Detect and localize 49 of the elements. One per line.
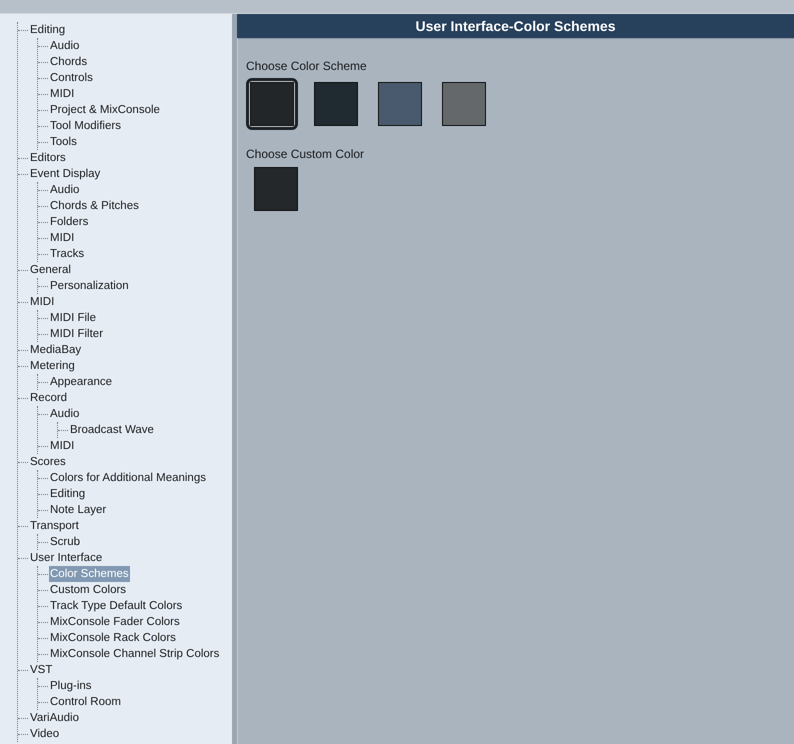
tree-item[interactable]: Tool Modifiers: [49, 118, 122, 134]
tree-item[interactable]: MIDI File: [49, 310, 97, 326]
tree-item[interactable]: Editors: [29, 150, 67, 166]
tree-item[interactable]: MIDI: [49, 438, 76, 454]
tree-item[interactable]: Editing: [29, 22, 66, 38]
tree-item[interactable]: Track Type Default Colors: [49, 598, 184, 614]
tree-item[interactable]: Plug-ins: [49, 678, 93, 694]
tree-item[interactable]: Folders: [49, 214, 90, 230]
tree-item[interactable]: MixConsole Channel Strip Colors: [49, 646, 220, 662]
tree-item[interactable]: MixConsole Rack Colors: [49, 630, 177, 646]
tree-item[interactable]: Appearance: [49, 374, 114, 390]
tree-item[interactable]: Audio: [49, 406, 80, 422]
tree-item[interactable]: General: [29, 262, 72, 278]
tree-item[interactable]: Tracks: [49, 246, 86, 262]
tree-item[interactable]: Transport: [29, 518, 80, 534]
tree-item[interactable]: Audio: [49, 182, 80, 198]
tree-item[interactable]: MIDI: [49, 230, 76, 246]
tree-item[interactable]: Video: [29, 726, 60, 742]
tree-item[interactable]: Scrub: [49, 534, 82, 550]
tree-item[interactable]: Chords & Pitches: [49, 198, 140, 214]
custom-color-swatch[interactable]: [254, 167, 298, 211]
tree-item[interactable]: Controls: [49, 70, 94, 86]
tree-item[interactable]: Personalization: [49, 278, 130, 294]
tree-item[interactable]: Note Layer: [49, 502, 108, 518]
tree-item[interactable]: VariAudio: [29, 710, 80, 726]
tree-item[interactable]: Editing: [49, 486, 86, 502]
tree-item[interactable]: Custom Colors: [49, 582, 128, 598]
section-label: Choose Custom Color: [246, 146, 366, 162]
section-label: Choose Color Scheme: [246, 58, 368, 74]
tree-item[interactable]: Scores: [29, 454, 67, 470]
tree-item[interactable]: MixConsole Fader Colors: [49, 614, 181, 630]
tree-item[interactable]: Tools: [49, 134, 78, 150]
tree-item[interactable]: MediaBay: [29, 342, 82, 358]
tree-item[interactable]: MIDI Filter: [49, 326, 104, 342]
tree-item[interactable]: Control Room: [49, 694, 122, 710]
tree-item[interactable]: User Interface: [29, 550, 104, 566]
tree-item[interactable]: Metering: [29, 358, 76, 374]
tree-item[interactable]: Event Display: [29, 166, 102, 182]
panel-title: User Interface-Color Schemes: [237, 14, 794, 38]
tree-item[interactable]: VST: [29, 662, 54, 678]
tree-item[interactable]: Chords: [49, 54, 88, 70]
tree-item[interactable]: Colors for Additional Meanings: [49, 470, 207, 486]
tree-item[interactable]: MIDI: [29, 294, 56, 310]
tree-item[interactable]: Broadcast Wave: [69, 422, 155, 438]
tree-item[interactable]: Record: [29, 390, 68, 406]
tree-item[interactable]: Audio: [49, 38, 80, 54]
tree-item[interactable]: MIDI: [49, 86, 76, 102]
color-scheme-swatch[interactable]: [246, 78, 298, 130]
tree-item[interactable]: Project & MixConsole: [49, 102, 161, 118]
